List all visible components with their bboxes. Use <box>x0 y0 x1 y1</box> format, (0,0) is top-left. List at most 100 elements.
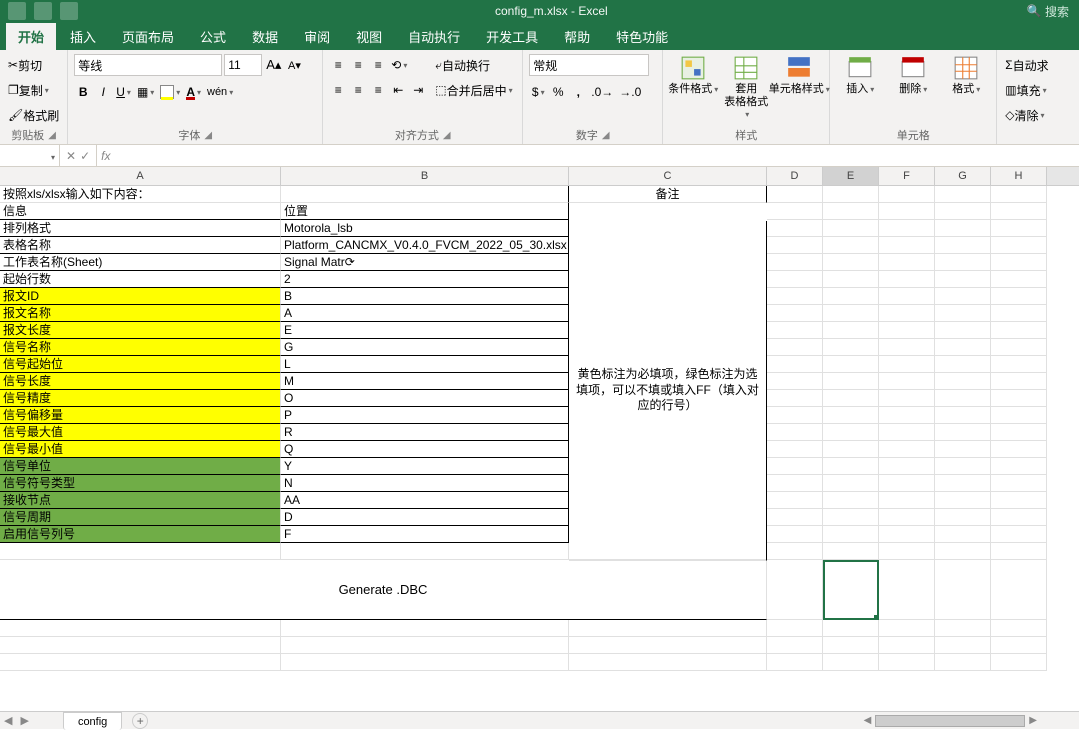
decrease-font-icon[interactable]: A▾ <box>285 55 303 75</box>
cell[interactable] <box>935 373 991 390</box>
cell[interactable] <box>879 356 935 373</box>
number-launcher-icon[interactable]: ◢ <box>602 130 610 141</box>
save-icon[interactable] <box>34 2 52 20</box>
cell[interactable]: Platform_CANCMX_V0.4.0_FVCM_2022_05_30.x… <box>281 237 569 254</box>
orientation-icon[interactable]: ⟲ <box>389 55 409 75</box>
cell[interactable] <box>823 475 879 492</box>
indent-increase-icon[interactable]: ⇥ <box>409 80 427 100</box>
cell[interactable] <box>767 356 823 373</box>
cut-button[interactable]: ✂ 剪切 <box>6 55 44 75</box>
cell[interactable]: 排列格式 <box>0 220 281 237</box>
cell[interactable] <box>767 305 823 322</box>
cell[interactable] <box>767 654 823 671</box>
cell[interactable] <box>0 620 281 637</box>
cell[interactable] <box>879 492 935 509</box>
cell[interactable]: F <box>281 526 569 543</box>
cell[interactable] <box>767 637 823 654</box>
cell[interactable] <box>879 654 935 671</box>
cell[interactable] <box>991 390 1047 407</box>
cell[interactable] <box>767 492 823 509</box>
tab-developer[interactable]: 开发工具 <box>474 23 550 50</box>
cell[interactable] <box>991 322 1047 339</box>
cell[interactable] <box>767 543 823 560</box>
cell[interactable] <box>991 373 1047 390</box>
cell[interactable] <box>767 509 823 526</box>
cell[interactable]: 信号起始位 <box>0 356 281 373</box>
cell[interactable] <box>879 407 935 424</box>
cell[interactable] <box>823 492 879 509</box>
cell[interactable] <box>935 492 991 509</box>
wrap-text-button[interactable]: ⤶ 自动换行 <box>433 55 492 75</box>
cell[interactable] <box>991 305 1047 322</box>
cell[interactable] <box>281 543 569 560</box>
italic-button[interactable]: I <box>94 82 112 102</box>
cell[interactable] <box>879 339 935 356</box>
cell[interactable] <box>879 288 935 305</box>
cell[interactable] <box>767 407 823 424</box>
cell[interactable]: M <box>281 373 569 390</box>
cell[interactable] <box>879 237 935 254</box>
cell[interactable] <box>823 271 879 288</box>
font-name-select[interactable] <box>74 54 222 76</box>
decrease-decimal-icon[interactable]: →.0 <box>617 82 643 102</box>
cell[interactable] <box>823 637 879 654</box>
cell[interactable] <box>569 637 767 654</box>
cell[interactable] <box>991 475 1047 492</box>
align-top-icon[interactable]: ≡ <box>329 55 347 75</box>
cell[interactable] <box>823 288 879 305</box>
cell[interactable] <box>935 543 991 560</box>
cell[interactable] <box>935 305 991 322</box>
autosave-toggle[interactable] <box>8 2 26 20</box>
tab-pagelayout[interactable]: 页面布局 <box>110 23 186 50</box>
cell[interactable] <box>879 424 935 441</box>
cell[interactable]: Motorola_lsb <box>281 220 569 237</box>
font-launcher-icon[interactable]: ◢ <box>204 130 212 141</box>
cell[interactable] <box>935 509 991 526</box>
cell[interactable]: Q <box>281 441 569 458</box>
align-center-icon[interactable]: ≡ <box>349 80 367 100</box>
sheet-tab-config[interactable]: config <box>63 712 122 730</box>
cell[interactable] <box>823 407 879 424</box>
cell[interactable] <box>879 526 935 543</box>
cell[interactable]: 信息 <box>0 203 281 220</box>
merge-center-button[interactable]: ⬚ 合并后居中 <box>433 80 514 100</box>
tab-nav-next-icon[interactable]: ▶ <box>16 714 32 727</box>
cell[interactable] <box>879 560 935 620</box>
cell[interactable] <box>823 526 879 543</box>
cell[interactable] <box>767 339 823 356</box>
accept-formula-icon[interactable]: ✓ <box>80 149 90 163</box>
cell[interactable] <box>823 543 879 560</box>
cell[interactable]: 起始行数 <box>0 271 281 288</box>
cell[interactable] <box>991 654 1047 671</box>
align-left-icon[interactable]: ≡ <box>329 80 347 100</box>
cell[interactable] <box>767 424 823 441</box>
col-header-d[interactable]: D <box>767 167 823 185</box>
cell[interactable]: 报文名称 <box>0 305 281 322</box>
cancel-formula-icon[interactable]: ✕ <box>66 149 76 163</box>
cell[interactable] <box>767 620 823 637</box>
cell[interactable]: Y <box>281 458 569 475</box>
font-color-button[interactable]: A <box>184 82 203 102</box>
cell[interactable] <box>879 271 935 288</box>
underline-button[interactable]: U <box>114 82 133 102</box>
cell[interactable] <box>879 458 935 475</box>
cell[interactable]: 信号周期 <box>0 509 281 526</box>
generate-dbc-button[interactable]: Generate .DBC <box>0 560 767 620</box>
tab-insert[interactable]: 插入 <box>58 23 108 50</box>
cell[interactable] <box>281 654 569 671</box>
cell[interactable]: 表格名称 <box>0 237 281 254</box>
cell[interactable] <box>569 654 767 671</box>
tab-special[interactable]: 特色功能 <box>604 23 680 50</box>
cell[interactable] <box>767 271 823 288</box>
bold-button[interactable]: B <box>74 82 92 102</box>
cell[interactable] <box>823 322 879 339</box>
cell[interactable]: 报文长度 <box>0 322 281 339</box>
cell[interactable] <box>991 620 1047 637</box>
cell[interactable] <box>935 620 991 637</box>
percent-icon[interactable]: % <box>549 82 567 102</box>
cell[interactable] <box>767 203 823 220</box>
cell[interactable] <box>879 254 935 271</box>
tab-data[interactable]: 数据 <box>240 23 290 50</box>
cell[interactable] <box>991 424 1047 441</box>
cell[interactable] <box>935 339 991 356</box>
